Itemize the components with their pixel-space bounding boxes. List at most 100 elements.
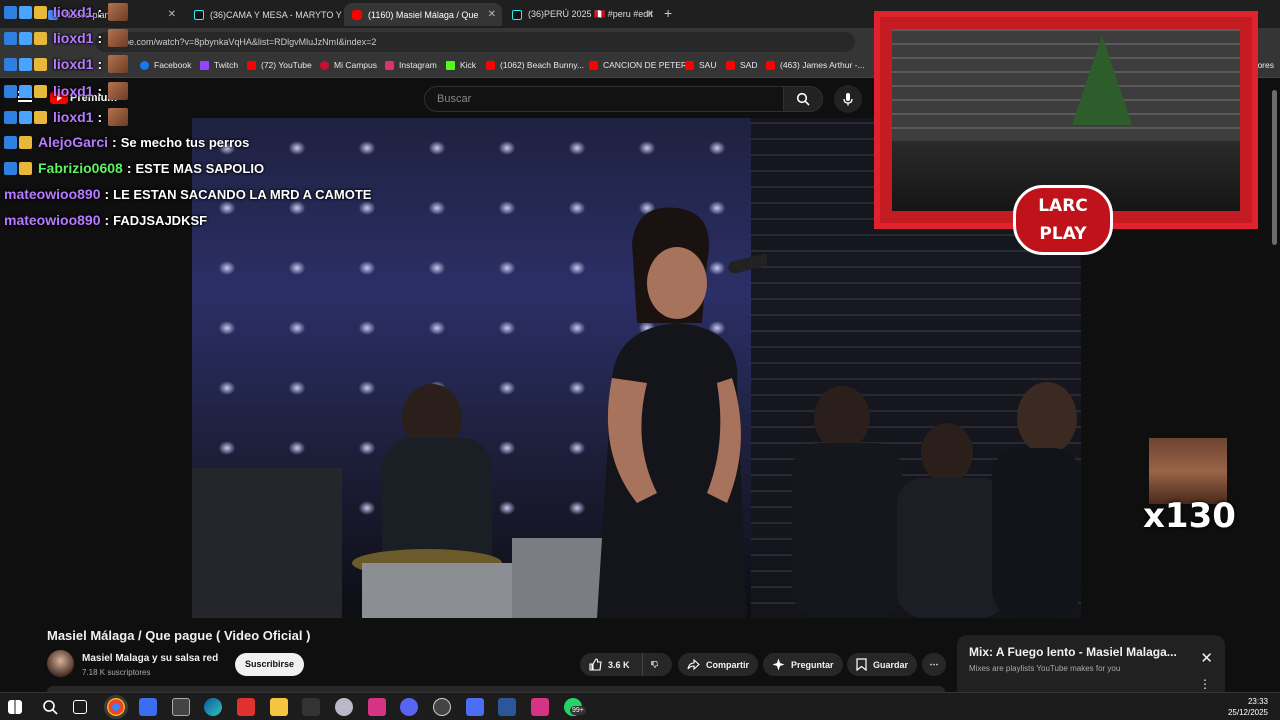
- chat-username: Fabrizio0608: [38, 160, 123, 176]
- brand-line-1: LARC: [1038, 196, 1088, 216]
- calculator-icon[interactable]: [466, 698, 484, 716]
- tiktok-icon: [512, 9, 522, 20]
- more-vertical-icon[interactable]: ⋮: [1199, 677, 1211, 691]
- brand-line-2: PLAY: [1039, 224, 1087, 244]
- bookmark-label: Mi Campus: [334, 60, 377, 70]
- ask-button[interactable]: Preguntar: [763, 653, 843, 676]
- doc-icon: [48, 9, 58, 20]
- app-icon[interactable]: [368, 698, 386, 716]
- chat-separator: :: [126, 160, 132, 176]
- bookmark-item[interactable]: Mi Campus: [320, 60, 377, 70]
- new-tab-button[interactable]: +: [664, 5, 672, 21]
- app-icon[interactable]: [237, 698, 255, 716]
- chrome-icon[interactable]: [107, 698, 125, 716]
- bookmark-item[interactable]: Instagram: [385, 60, 437, 70]
- search-input[interactable]: Buscar: [424, 86, 784, 112]
- bookmark-item[interactable]: k: [120, 60, 124, 70]
- tab-label: (36)CAMA Y MESA - MARYTO Y: [210, 9, 342, 20]
- bookmark-label: (72) YouTube: [261, 60, 312, 70]
- share-label: Compartir: [706, 659, 750, 670]
- browser-tab-2[interactable]: (36)CAMA Y MESA - MARYTO Y: [186, 3, 342, 26]
- kick-icon: [446, 60, 455, 70]
- search-icon[interactable]: [41, 698, 59, 716]
- subscribe-button[interactable]: Suscribirse: [235, 653, 304, 676]
- file-explorer-icon[interactable]: [270, 698, 288, 716]
- campus-icon: [320, 60, 329, 70]
- christmas-tree: [1072, 35, 1132, 125]
- chat-separator: :: [104, 212, 110, 228]
- microphone-icon: [843, 93, 853, 106]
- word-icon[interactable]: [498, 698, 516, 716]
- like-button[interactable]: 3.6 K: [580, 653, 642, 676]
- close-tab-icon[interactable]: ✕: [646, 9, 654, 20]
- whatsapp-icon[interactable]: 99+: [564, 698, 586, 716]
- close-tab-icon[interactable]: ✕: [488, 9, 496, 20]
- app-icon[interactable]: [531, 698, 549, 716]
- search-button[interactable]: [783, 86, 823, 112]
- crown-badge-icon: [19, 161, 32, 175]
- bookmark-item[interactable]: SAU: [685, 60, 716, 70]
- notification-badge: 99+: [570, 706, 586, 715]
- dislike-button[interactable]: [642, 653, 672, 676]
- combo-emote: [1149, 438, 1227, 504]
- clock-time: 23:33: [1247, 697, 1268, 706]
- clock-date: 25/12/2025: [1227, 708, 1268, 717]
- youtube-icon: [486, 60, 495, 70]
- singer: [597, 207, 767, 618]
- chat-username: mateowioo890: [4, 212, 101, 228]
- search-icon: [796, 92, 810, 106]
- bookmark-item[interactable]: CANCION DE PETER: [589, 60, 687, 70]
- bookmark-item[interactable]: Twitch: [200, 60, 238, 70]
- edge-icon[interactable]: [204, 698, 222, 716]
- tab-label: Nuevo plan de: [64, 9, 123, 20]
- bookmark-item[interactable]: Facebook: [140, 60, 191, 70]
- chat-separator: :: [104, 186, 110, 202]
- store-icon[interactable]: [139, 698, 157, 716]
- game-icon[interactable]: [172, 698, 190, 716]
- bookmark-item[interactable]: SAD: [726, 60, 757, 70]
- channel-name[interactable]: Masiel Malaga y su salsa red: [82, 653, 218, 664]
- menu-icon[interactable]: [18, 91, 32, 102]
- mix-subtitle: Mixes are playlists YouTube makes for yo…: [969, 664, 1121, 673]
- youtube-play-icon: [50, 92, 68, 104]
- chat-username: AlejoGarci: [38, 134, 109, 150]
- epic-icon[interactable]: [302, 698, 320, 716]
- screen: Nuevo plan de ✕ (36)CAMA Y MESA - MARYTO…: [0, 0, 1280, 720]
- bookmark-icon: [856, 658, 867, 671]
- bookmark-label: SAD: [740, 60, 758, 70]
- discord-icon[interactable]: [400, 698, 418, 716]
- close-icon[interactable]: ✕: [1200, 649, 1213, 667]
- voice-search-button[interactable]: [834, 85, 862, 113]
- bookmark-item[interactable]: (72) YouTube: [247, 60, 312, 70]
- browser-tab-1[interactable]: Nuevo plan de ✕: [40, 3, 182, 26]
- chat-separator: :: [112, 134, 117, 150]
- stream-brand-logo: LARC PLAY: [1013, 185, 1113, 255]
- app-icon[interactable]: [433, 698, 451, 716]
- tab-label: (1160) Masiel Málaga / Que: [368, 9, 479, 20]
- youtube-icon: [589, 60, 598, 70]
- task-view-icon[interactable]: [73, 700, 87, 714]
- system-clock[interactable]: 23:33 25/12/2025: [1228, 696, 1268, 718]
- url-field[interactable]: ube.com/watch?v=8pbynkaVqHA&list=RDlgvMl…: [95, 32, 855, 52]
- app-icon[interactable]: [335, 698, 353, 716]
- browser-tab-4[interactable]: (36)PERÚ 2025 🇵🇪 #peru #edit ✕: [504, 3, 660, 26]
- youtube-icon: [247, 60, 256, 70]
- mix-playlist-panel[interactable]: Mix: A Fuego lento - Masiel Malaga... Mi…: [957, 635, 1225, 693]
- bookmark-item[interactable]: Kick: [446, 60, 476, 70]
- bookmark-label: Twitch: [214, 60, 239, 70]
- more-actions-button[interactable]: ⋯: [922, 653, 946, 676]
- close-tab-icon[interactable]: ✕: [168, 9, 176, 20]
- bookmark-item[interactable]: (1062) Beach Bunny...: [486, 60, 584, 70]
- share-button[interactable]: Compartir: [678, 653, 759, 676]
- youtube-logo[interactable]: Premium: [50, 92, 117, 104]
- bookmark-label: Facebook: [154, 60, 192, 70]
- page-scrollbar[interactable]: [1272, 90, 1277, 245]
- bookmark-item[interactable]: (463) James Arthur -...: [766, 60, 865, 70]
- save-button[interactable]: Guardar: [847, 653, 918, 676]
- windows-start-icon[interactable]: [8, 700, 22, 714]
- browser-tab-active[interactable]: (1160) Masiel Málaga / Que ✕: [344, 3, 502, 26]
- video-title: Masiel Málaga / Que pague ( Video Oficia…: [47, 628, 311, 643]
- channel-avatar[interactable]: [47, 650, 74, 677]
- chat-username: mateowioo890: [4, 186, 101, 202]
- tab-label: (36)PERÚ 2025 🇵🇪 #peru #edit: [528, 9, 653, 19]
